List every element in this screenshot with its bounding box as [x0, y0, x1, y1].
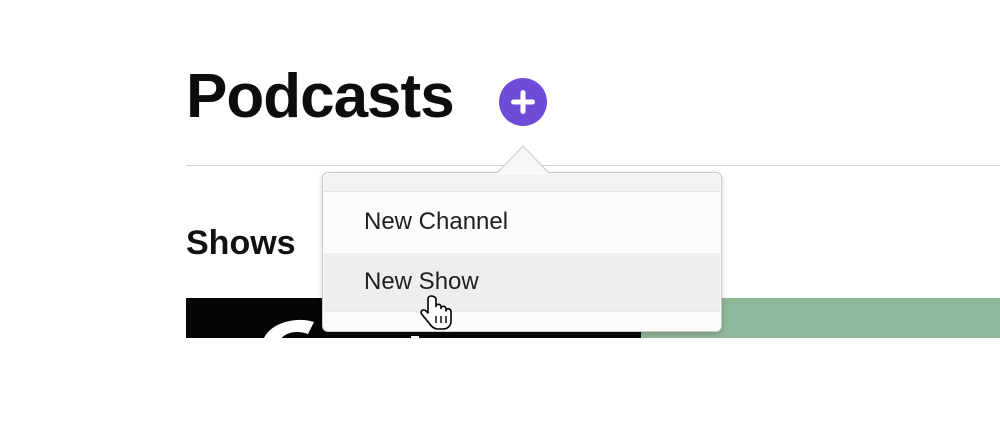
podcasts-page: Podcasts Shows New Channel New Show	[0, 0, 1000, 446]
menu-top-strip	[324, 174, 720, 192]
popover-arrow	[497, 145, 549, 173]
add-menu-popover: New Channel New Show	[322, 172, 722, 332]
menu-item-new-channel[interactable]: New Channel	[324, 193, 720, 251]
pointing-hand-cursor-icon	[420, 294, 456, 332]
menu-bottom-strip	[324, 311, 720, 330]
menu-item-new-show[interactable]: New Show	[324, 253, 720, 311]
